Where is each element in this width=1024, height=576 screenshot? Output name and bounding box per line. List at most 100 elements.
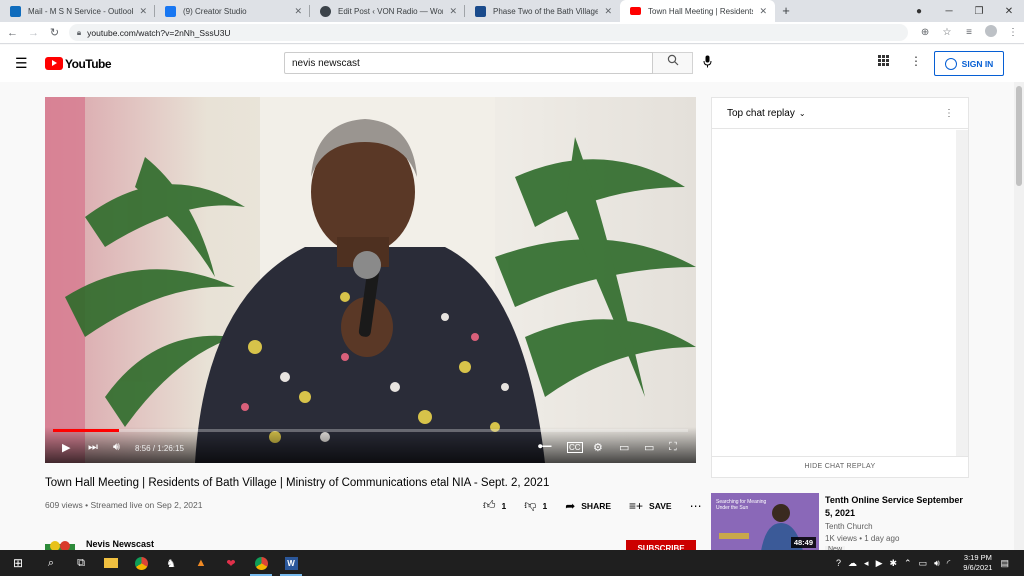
captions-icon[interactable]: CC — [567, 442, 583, 453]
video-actions: 👍︎ 1 👎︎ 1 ➦ SHARE ≡+ SAVE ⋯ — [483, 498, 720, 513]
microphone-icon[interactable] — [703, 55, 712, 71]
scrollbar-thumb[interactable] — [1016, 86, 1022, 186]
fullscreen-icon[interactable]: ⛶ — [669, 441, 677, 454]
recommendation-channel[interactable]: Tenth Church — [825, 522, 873, 531]
youtube-logo[interactable]: YouTube — [45, 56, 112, 71]
tab-youtube-active[interactable]: Town Hall Meeting | Residents of ✕ — [620, 0, 775, 22]
video-frame — [45, 97, 696, 463]
restore-icon[interactable]: ❐ — [964, 6, 994, 17]
logo-text: YouTube — [65, 56, 112, 71]
windows-taskbar: ⊞ ⌕ ⧉ ♞ ▲ ❤ W ? ☁ ◂ ▶ ✱ ⌃ ▭ 🔊︎ ◜ 3:19 PM… — [0, 550, 1024, 576]
chrome-icon[interactable] — [126, 550, 156, 576]
start-icon[interactable]: ⊞ — [0, 556, 36, 570]
forward-icon[interactable]: → — [25, 27, 42, 39]
tray-app-icon[interactable]: ▶ — [876, 558, 883, 569]
tab-creator-studio[interactable]: (9) Creator Studio ✕ — [155, 0, 310, 22]
profile-menu-icon[interactable]: ● — [904, 6, 934, 17]
video-meta: 609 views • Streamed live on Sep 2, 2021 — [45, 500, 203, 510]
autoplay-toggle[interactable]: ⏺━ — [538, 441, 552, 452]
player-controls: ▶ ⏭︎ 🔊︎ 8:56 / 1:26:15 ⏺━ CC ⚙ ▭ ▭ ⛶ — [45, 427, 696, 463]
minimize-icon[interactable]: ─ — [934, 6, 964, 17]
chat-messages — [712, 130, 956, 457]
url-field[interactable]: 🔒︎ youtube.com/watch?v=2nNh_SssU3U — [68, 24, 909, 41]
share-button[interactable]: ➦ SHARE — [565, 499, 611, 513]
save-button[interactable]: ≡+ SAVE — [629, 499, 672, 513]
word-icon[interactable]: W — [276, 550, 306, 576]
tab-bath-village[interactable]: Phase Two of the Bath Village Ro ✕ — [465, 0, 620, 22]
tab-wordpress[interactable]: Edit Post ‹ VON Radio — WordPr ✕ — [310, 0, 465, 22]
miniplayer-icon[interactable]: ▭ — [619, 441, 629, 454]
settings-gear-icon[interactable]: ⚙ — [593, 441, 603, 454]
thumbnail-text: Searching for Meaning Under the Sun — [716, 499, 767, 511]
menu-icon[interactable]: ☰ — [15, 55, 33, 72]
tray-app-icon[interactable]: ◂ — [864, 558, 869, 569]
notifications-icon[interactable]: ▤ — [1000, 558, 1009, 569]
install-icon[interactable]: ⊕ — [914, 27, 936, 38]
search-input[interactable]: nevis newscast — [284, 52, 653, 74]
like-count: 1 — [501, 500, 507, 511]
recommendation-title[interactable]: Tenth Online Service September 5, 2021 — [825, 494, 965, 520]
settings-menu-icon[interactable]: ⋮ — [910, 54, 922, 68]
outlook-icon — [10, 6, 21, 17]
vlc-icon[interactable]: ▲ — [186, 550, 216, 576]
close-tab-icon[interactable]: ✕ — [449, 6, 457, 17]
close-tab-icon[interactable]: ✕ — [604, 6, 612, 17]
theater-mode-icon[interactable]: ▭ — [644, 441, 654, 454]
file-explorer-icon[interactable] — [96, 550, 126, 576]
youtube-play-icon — [45, 57, 63, 70]
heart-app-icon[interactable]: ❤ — [216, 550, 246, 576]
chat-scrollbar[interactable] — [956, 130, 968, 457]
apps-grid-icon[interactable] — [878, 55, 889, 69]
clock-date: 9/6/2021 — [963, 563, 993, 572]
chat-header[interactable]: Top chat replay ⌄ ⋮ — [712, 98, 968, 129]
hide-chat-replay-button[interactable]: HIDE CHAT REPLAY — [712, 456, 968, 477]
close-tab-icon[interactable]: ✕ — [139, 6, 147, 17]
tab-label: Edit Post ‹ VON Radio — WordPr — [338, 6, 444, 16]
chevron-down-icon: ⌄ — [798, 108, 806, 118]
like-button[interactable]: 👍︎ 1 — [483, 498, 506, 513]
chrome-active-icon[interactable] — [246, 550, 276, 576]
creator-studio-icon — [165, 6, 176, 17]
video-player[interactable]: ▶ ⏭︎ 🔊︎ 8:56 / 1:26:15 ⏺━ CC ⚙ ▭ ▭ ⛶ — [45, 97, 696, 463]
media-queue-icon[interactable]: ≡ — [958, 27, 980, 38]
tab-outlook[interactable]: Mail - M S N Service - Outlook ✕ — [0, 0, 155, 22]
new-tab-button[interactable]: + — [775, 0, 797, 22]
page-scrollbar[interactable] — [1014, 82, 1024, 550]
clock[interactable]: 3:19 PM 9/6/2021 — [963, 553, 992, 573]
sign-in-label: SIGN IN — [961, 58, 994, 69]
next-icon[interactable]: ⏭︎ — [88, 441, 98, 454]
search-icon[interactable]: ⌕ — [36, 550, 66, 576]
task-view-icon[interactable]: ⧉ — [66, 550, 96, 576]
progress-bar[interactable] — [53, 429, 688, 432]
search-button[interactable] — [653, 52, 693, 74]
chat-menu-icon[interactable]: ⋮ — [944, 108, 954, 119]
close-tab-icon[interactable]: ✕ — [759, 6, 767, 17]
play-icon[interactable]: ▶ — [62, 441, 70, 454]
close-window-icon[interactable]: ✕ — [994, 6, 1024, 17]
profile-avatar[interactable] — [980, 25, 1002, 40]
recommendation-thumbnail[interactable]: Searching for Meaning Under the Sun 48:4… — [711, 493, 819, 551]
back-icon[interactable]: ← — [4, 27, 21, 39]
app-icon[interactable]: ♞ — [156, 550, 186, 576]
close-tab-icon[interactable]: ✕ — [294, 6, 302, 17]
network-icon[interactable]: ▭ — [919, 558, 928, 569]
show-hidden-icon[interactable]: ⌃ — [904, 558, 912, 569]
more-actions-button[interactable]: ⋯ — [690, 499, 702, 513]
help-icon[interactable]: ? — [836, 558, 841, 568]
system-tray: ? ☁ ◂ ▶ ✱ ⌃ ▭ 🔊︎ ◜ 3:19 PM 9/6/2021 ▤ — [836, 550, 1016, 576]
volume-tray-icon[interactable]: 🔊︎ — [934, 558, 940, 569]
tray-app-icon[interactable]: ☁ — [848, 558, 857, 569]
thumbs-down-icon: 👎︎ — [524, 498, 537, 512]
wifi-icon[interactable]: ◜ — [947, 558, 951, 569]
volume-icon[interactable]: 🔊︎ — [113, 441, 120, 454]
bookmark-star-icon[interactable]: ☆ — [936, 27, 958, 38]
reload-icon[interactable]: ↻ — [46, 26, 63, 39]
channel-name[interactable]: Nevis Newscast — [86, 539, 154, 549]
chrome-menu-icon[interactable]: ⋮ — [1002, 27, 1024, 38]
sign-in-button[interactable]: SIGN IN — [934, 51, 1004, 76]
chat-panel: Top chat replay ⌄ ⋮ HIDE CHAT REPLAY — [711, 97, 969, 478]
tray-app-icon[interactable]: ✱ — [890, 558, 898, 569]
dislike-button[interactable]: 👎︎ 1 — [524, 498, 547, 513]
share-icon: ➦ — [565, 498, 576, 513]
chat-mode-label: Top chat replay — [727, 107, 795, 119]
